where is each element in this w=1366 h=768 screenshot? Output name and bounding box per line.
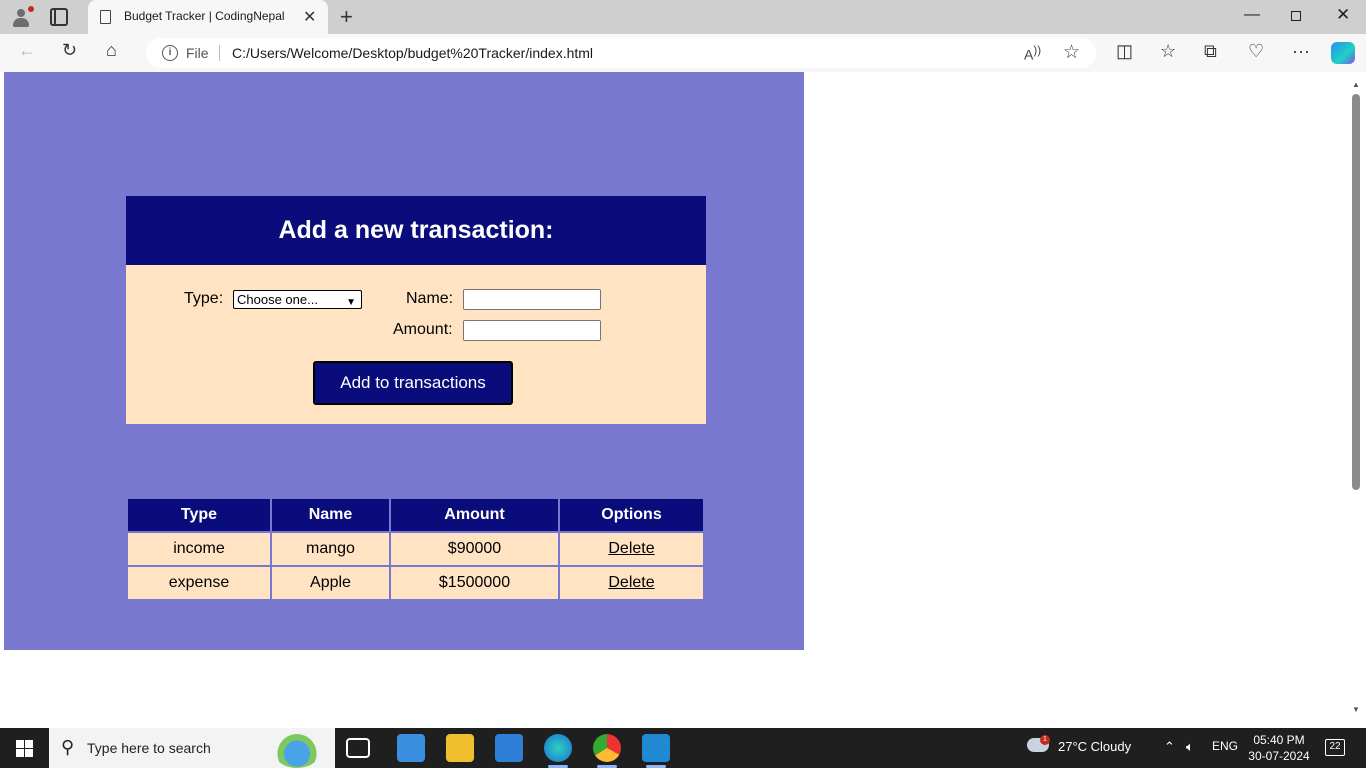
table-row: income mango $90000 Delete — [128, 533, 703, 565]
more-menu-icon[interactable]: ··· — [1292, 41, 1310, 62]
tab-title: Budget Tracker | CodingNepal — [124, 9, 285, 23]
address-divider — [219, 45, 220, 61]
table-row: expense Apple $1500000 Delete — [128, 567, 703, 599]
split-screen-icon[interactable]: ◫ — [1116, 41, 1133, 62]
volume-icon[interactable]: 🔈︎ — [1186, 739, 1194, 755]
task-view-icon[interactable] — [346, 738, 370, 758]
delete-link[interactable]: Delete — [608, 540, 654, 557]
collections-icon[interactable]: ⧉ — [1204, 41, 1217, 62]
transaction-form-card: Add a new transaction: Type: Choose one.… — [126, 196, 706, 424]
scroll-up-icon[interactable]: ▲ — [1352, 80, 1360, 89]
microsoft-store-icon[interactable] — [495, 734, 523, 762]
restore-icon[interactable] — [1291, 11, 1301, 21]
clock[interactable]: 05:40 PM 30-07-2024 — [1248, 732, 1310, 764]
chevron-down-icon: ▼ — [346, 297, 356, 308]
profile-icon[interactable] — [10, 6, 34, 28]
cell-options: Delete — [560, 567, 703, 599]
scroll-thumb[interactable] — [1352, 94, 1360, 490]
address-scheme-label: File — [186, 45, 209, 61]
read-aloud-icon[interactable]: A)) — [1024, 44, 1041, 63]
search-placeholder: Type here to search — [87, 740, 211, 756]
url-text[interactable]: C:/Users/Welcome/Desktop/budget%20Tracke… — [232, 45, 593, 61]
name-input[interactable] — [463, 289, 601, 310]
copilot-icon[interactable] — [1331, 42, 1355, 64]
scroll-down-icon[interactable]: ▼ — [1352, 705, 1360, 714]
form-heading: Add a new transaction: — [126, 196, 706, 265]
cell-type: income — [128, 533, 270, 565]
file-explorer-icon[interactable] — [446, 734, 474, 762]
tab-actions-icon[interactable] — [50, 8, 68, 26]
search-highlight-icon — [273, 732, 321, 768]
home-icon[interactable]: ⌂ — [106, 40, 117, 61]
page-viewport: Add a new transaction: Type: Choose one.… — [0, 72, 1348, 724]
weather-alert-badge: 1 — [1040, 735, 1050, 745]
cell-type: expense — [128, 567, 270, 599]
cell-options: Delete — [560, 533, 703, 565]
windows-start-icon[interactable] — [16, 740, 33, 757]
type-select[interactable]: Choose one... ▼ — [233, 290, 362, 309]
refresh-icon[interactable]: ↻ — [62, 40, 77, 61]
windows-taskbar: ⚲ Type here to search 1 27°C Cloudy ⌃ 🔈︎… — [0, 728, 1366, 768]
column-header-name: Name — [272, 499, 389, 531]
back-icon[interactable]: ← — [18, 40, 36, 61]
cell-name: mango — [272, 533, 389, 565]
edge-browser-icon[interactable] — [544, 734, 572, 768]
amount-label: Amount: — [393, 321, 453, 338]
window-close-icon[interactable]: ✕ — [1336, 5, 1350, 25]
tab-close-icon[interactable]: ✕ — [303, 7, 316, 27]
cell-amount: $1500000 — [391, 567, 558, 599]
cell-name: Apple — [272, 567, 389, 599]
type-label: Type: — [184, 290, 224, 307]
page-icon — [100, 10, 111, 24]
browser-tab[interactable]: Budget Tracker | CodingNepal ✕ — [88, 0, 328, 34]
add-transaction-button[interactable]: Add to transactions — [313, 361, 513, 405]
minimize-icon[interactable]: — — [1244, 6, 1260, 24]
mail-app-icon[interactable] — [397, 734, 425, 762]
delete-link[interactable]: Delete — [608, 574, 654, 591]
info-icon[interactable]: i — [162, 45, 178, 61]
chrome-browser-icon[interactable] — [593, 734, 621, 768]
transactions-table: Type Name Amount Options income mango $9… — [126, 497, 705, 601]
vscode-icon[interactable] — [642, 734, 670, 768]
column-header-amount: Amount — [391, 499, 558, 531]
new-tab-icon[interactable]: + — [340, 4, 353, 30]
type-select-value: Choose one... — [237, 292, 318, 307]
amount-input[interactable] — [463, 320, 601, 341]
page-scrollbar[interactable]: ▲ ▼ — [1348, 72, 1366, 724]
favorites-icon[interactable]: ☆ — [1160, 41, 1176, 62]
notification-center-icon[interactable]: 22 — [1325, 739, 1345, 756]
browser-titlebar: Budget Tracker | CodingNepal ✕ + — ✕ — [0, 0, 1366, 34]
browser-toolbar: ← ↻ ⌂ i File C:/Users/Welcome/Desktop/bu… — [0, 34, 1366, 72]
table-header-row: Type Name Amount Options — [128, 499, 703, 531]
cell-amount: $90000 — [391, 533, 558, 565]
browser-essentials-icon[interactable]: ♡ — [1248, 41, 1264, 62]
search-icon: ⚲ — [61, 737, 75, 757]
address-bar[interactable]: i File C:/Users/Welcome/Desktop/budget%2… — [146, 38, 1096, 68]
weather-text[interactable]: 27°C Cloudy — [1058, 739, 1131, 754]
taskbar-search-box[interactable]: ⚲ Type here to search — [49, 728, 335, 768]
column-header-options: Options — [560, 499, 703, 531]
language-indicator[interactable]: ENG — [1212, 739, 1238, 753]
column-header-type: Type — [128, 499, 270, 531]
favorite-star-icon[interactable]: ☆ — [1063, 41, 1080, 64]
clock-date: 30-07-2024 — [1248, 749, 1310, 763]
clock-time: 05:40 PM — [1253, 733, 1305, 747]
show-hidden-icons-icon[interactable]: ⌃ — [1164, 739, 1175, 755]
name-label: Name: — [406, 290, 454, 307]
budget-app-container: Add a new transaction: Type: Choose one.… — [4, 72, 804, 650]
